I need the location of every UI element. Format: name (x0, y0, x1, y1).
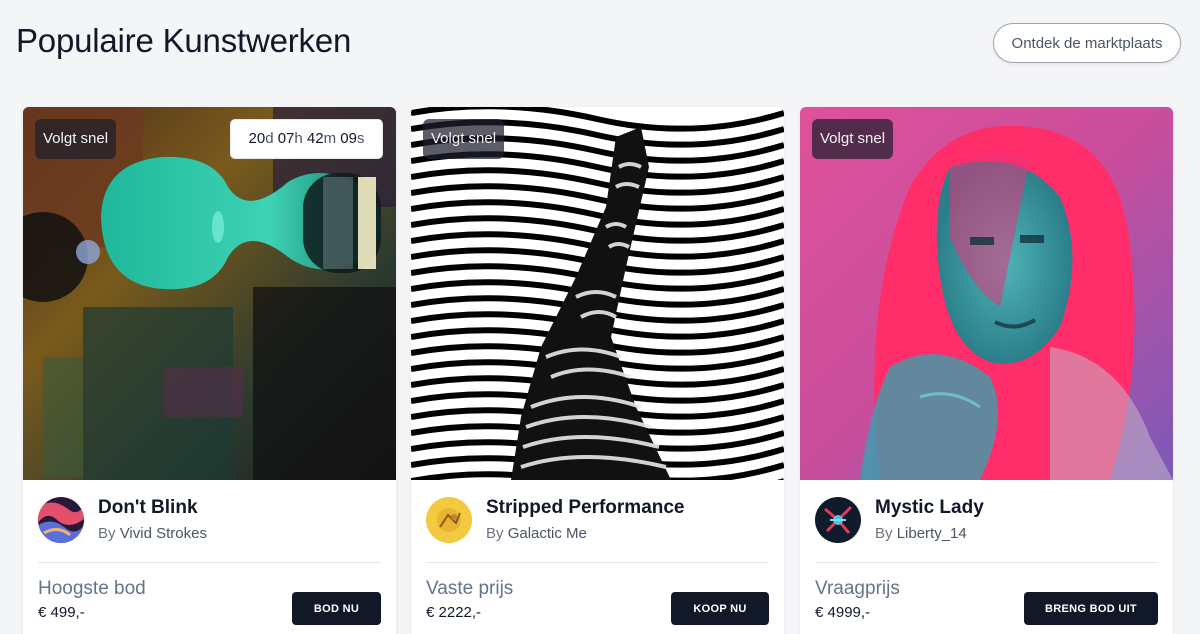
byline-prefix: By (875, 525, 893, 542)
artwork-title[interactable]: Mystic Lady (875, 497, 984, 519)
buy-now-button[interactable]: KOOP NU (671, 592, 769, 625)
countdown-days-unit: d (265, 130, 274, 147)
artist-byline: By Galactic Me (486, 525, 587, 542)
countdown-seconds-unit: s (356, 130, 365, 147)
artwork-image[interactable]: Volgt snel 20d 07h 42m 09s (23, 107, 396, 480)
artwork-card[interactable]: Volgt snel Stripped Performance By Galac… (411, 107, 784, 634)
price-label: Vaste prijs (426, 578, 514, 599)
countdown-hours: 07 (277, 130, 295, 147)
explore-marketplace-button[interactable]: Ontdek de marktplaats (993, 23, 1181, 63)
price-value: € 2222,- (426, 604, 482, 621)
artist-name[interactable]: Liberty_14 (897, 525, 967, 542)
artist-byline: By Liberty_14 (875, 525, 967, 542)
artist-name[interactable]: Vivid Strokes (120, 525, 207, 542)
byline-prefix: By (98, 525, 116, 542)
byline-prefix: By (486, 525, 504, 542)
trending-tag: Volgt snel (35, 119, 117, 159)
artwork-info: Don't Blink By Vivid Strokes Hoogste bod… (23, 480, 396, 634)
divider (38, 562, 381, 563)
artwork-card[interactable]: Volgt snel Mystic Lady By Liberty_14 Vra… (800, 107, 1173, 634)
trending-tag: Volgt snel (812, 119, 894, 159)
auction-countdown: 20d 07h 42m 09s (230, 119, 383, 159)
artist-byline: By Vivid Strokes (98, 525, 207, 542)
artwork-title[interactable]: Don't Blink (98, 497, 198, 519)
artwork-card[interactable]: Volgt snel 20d 07h 42m 09s Don't Blink B… (23, 107, 396, 634)
artwork-image[interactable]: Volgt snel (411, 107, 784, 480)
artist-avatar[interactable] (426, 497, 472, 543)
countdown-seconds: 09 (340, 130, 357, 147)
trending-tag: Volgt snel (423, 119, 505, 159)
countdown-minutes-unit: m (323, 130, 337, 147)
bid-now-button[interactable]: BOD NU (292, 592, 381, 625)
divider (815, 562, 1158, 563)
price-label: Hoogste bod (38, 578, 146, 599)
price-value: € 4999,- (815, 604, 871, 621)
countdown-days: 20 (248, 130, 266, 147)
artist-avatar[interactable] (815, 497, 861, 543)
artist-avatar[interactable] (38, 497, 84, 543)
countdown-hours-unit: h (294, 130, 303, 147)
artwork-info: Mystic Lady By Liberty_14 Vraagprijs € 4… (800, 480, 1173, 634)
page-header: Populaire Kunstwerken Ontdek de marktpla… (0, 0, 1200, 90)
countdown-minutes: 42 (306, 130, 324, 147)
make-offer-button[interactable]: BRENG BOD UIT (1024, 592, 1158, 625)
artwork-title[interactable]: Stripped Performance (486, 497, 685, 519)
price-label: Vraagprijs (815, 578, 900, 599)
artwork-info: Stripped Performance By Galactic Me Vast… (411, 480, 784, 634)
divider (426, 562, 769, 563)
price-value: € 499,- (38, 604, 85, 621)
artwork-image[interactable]: Volgt snel (800, 107, 1173, 480)
page-title: Populaire Kunstwerken (16, 22, 352, 59)
artist-name[interactable]: Galactic Me (508, 525, 587, 542)
